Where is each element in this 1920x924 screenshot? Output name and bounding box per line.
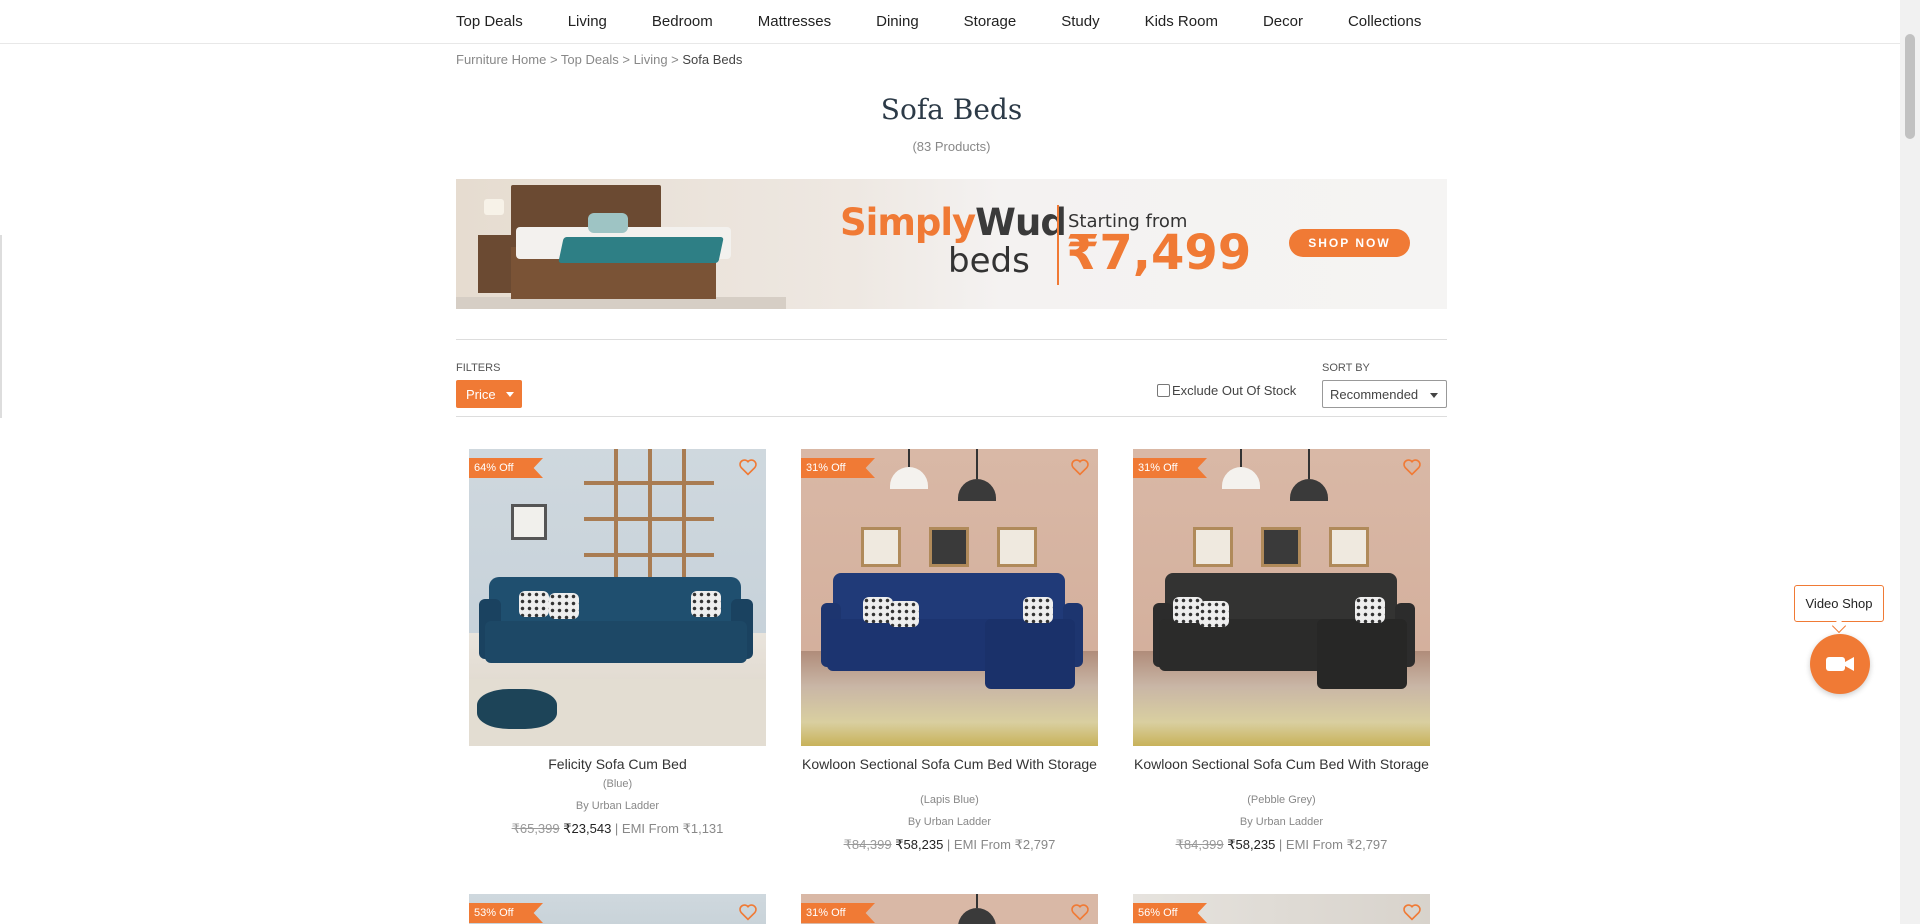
price-separator: | [611, 821, 622, 836]
divider [456, 339, 1447, 340]
product-color: (Pebble Grey) [1247, 794, 1316, 806]
product-price-row: ₹84,399 ₹58,235 | EMI From ₹2,797 [1133, 837, 1430, 853]
nav-item-bedroom[interactable]: Bedroom [652, 13, 713, 30]
product-brand: By Urban Ladder [575, 800, 660, 812]
nav-item-decor[interactable]: Decor [1263, 13, 1303, 30]
product-card[interactable]: 53% Off [469, 894, 766, 924]
banner-brand-sub: beds [948, 241, 1030, 281]
product-brand: By Urban Ladder [1239, 816, 1324, 828]
product-name[interactable]: Kowloon Sectional Sofa Cum Bed With Stor… [1133, 756, 1430, 772]
nav-item-dining[interactable]: Dining [876, 13, 919, 30]
product-price-row: ₹65,399 ₹23,543 | EMI From ₹1,131 [469, 821, 766, 837]
nav-item-study[interactable]: Study [1061, 13, 1099, 30]
price-filter-button[interactable]: Price [456, 380, 522, 408]
product-brand: By Urban Ladder [907, 816, 992, 828]
heart-icon[interactable] [1070, 903, 1090, 921]
product-card[interactable]: 56% Off [1133, 894, 1430, 924]
video-shop-tooltip[interactable]: Video Shop [1794, 585, 1884, 622]
product-card[interactable]: 31% Off [801, 894, 1098, 924]
discount-badge: 31% Off [801, 903, 875, 923]
product-image[interactable]: 64% Off [469, 449, 766, 746]
product-color: (Blue) [602, 778, 633, 790]
price-filter-label: Price [466, 386, 496, 402]
heart-icon[interactable] [738, 903, 758, 921]
product-price-row: ₹84,399 ₹58,235 | EMI From ₹2,797 [801, 837, 1098, 853]
price-separator: | [1275, 837, 1286, 852]
nav-item-mattresses[interactable]: Mattresses [758, 13, 831, 30]
product-color: (Lapis Blue) [920, 794, 979, 806]
banner-price: ₹7,499 [1066, 225, 1252, 281]
price-separator: | [943, 837, 954, 852]
bed-illustration [456, 179, 786, 309]
scrollbar-thumb[interactable] [1905, 34, 1915, 139]
heart-icon[interactable] [1402, 903, 1422, 921]
left-edge-tab [0, 235, 2, 418]
divider [456, 416, 1447, 417]
breadcrumb-furniture-home[interactable]: Furniture Home [456, 52, 546, 67]
discount-badge: 64% Off [469, 458, 543, 478]
breadcrumb-living[interactable]: Living [634, 52, 668, 67]
discount-badge: 56% Off [1133, 903, 1207, 923]
breadcrumb-separator: > [549, 52, 558, 67]
nav-item-collections[interactable]: Collections [1348, 13, 1421, 30]
product-image[interactable]: 31% Off [801, 894, 1098, 924]
exclude-out-of-stock[interactable]: Exclude Out Of Stock [1157, 383, 1296, 398]
breadcrumb: Furniture Home > Top Deals > Living > So… [456, 52, 742, 67]
breadcrumb-separator: > [622, 52, 630, 67]
sort-by-label: SORT BY [1322, 362, 1370, 374]
product-emi: EMI From ₹2,797 [953, 837, 1056, 852]
product-mrp: ₹65,399 [511, 821, 560, 836]
exclude-out-of-stock-label: Exclude Out Of Stock [1172, 383, 1297, 398]
product-image[interactable]: 31% Off [801, 449, 1098, 746]
video-shop-widget: Video Shop [1794, 585, 1884, 695]
breadcrumb-current: Sofa Beds [682, 52, 743, 67]
filters-label: FILTERS [456, 362, 501, 374]
product-price: ₹58,235 [1227, 837, 1276, 852]
nav-item-top-deals[interactable]: Top Deals [456, 13, 523, 30]
page-scrollbar[interactable] [1900, 0, 1920, 924]
promo-banner[interactable]: SimplyWud beds Starting from ₹7,499 SHOP… [456, 179, 1447, 309]
product-count: (83 Products) [912, 139, 991, 154]
heart-icon[interactable] [1402, 458, 1422, 476]
video-shop-button[interactable] [1810, 634, 1870, 694]
product-price: ₹58,235 [895, 837, 944, 852]
page-title: Sofa Beds [880, 93, 1023, 126]
discount-badge: 31% Off [1133, 458, 1207, 478]
breadcrumb-separator: > [671, 52, 679, 67]
product-image[interactable]: 53% Off [469, 894, 766, 924]
shop-now-button[interactable]: SHOP NOW [1289, 229, 1410, 257]
nav-item-living[interactable]: Living [568, 13, 607, 30]
product-emi: EMI From ₹1,131 [621, 821, 724, 836]
product-image[interactable]: 56% Off [1133, 894, 1430, 924]
breadcrumb-top-deals[interactable]: Top Deals [561, 52, 619, 67]
sort-by-value: Recommended [1330, 386, 1419, 402]
product-name[interactable]: Kowloon Sectional Sofa Cum Bed With Stor… [801, 756, 1098, 772]
heart-icon[interactable] [738, 458, 758, 476]
product-mrp: ₹84,399 [843, 837, 892, 852]
product-emi: EMI From ₹2,797 [1285, 837, 1388, 852]
sort-by-select[interactable]: Recommended [1322, 380, 1447, 408]
product-price: ₹23,543 [563, 821, 612, 836]
product-mrp: ₹84,399 [1175, 837, 1224, 852]
banner-divider [1057, 205, 1059, 285]
video-camera-icon [1826, 657, 1854, 671]
nav-item-kids-room[interactable]: Kids Room [1145, 13, 1218, 30]
heart-icon[interactable] [1070, 458, 1090, 476]
top-nav: Top Deals Living Bedroom Mattresses Dini… [0, 0, 1900, 44]
nav-item-storage[interactable]: Storage [964, 13, 1017, 30]
banner-brand-logo: SimplyWud [840, 201, 1067, 244]
discount-badge: 31% Off [801, 458, 875, 478]
nav-list: Top Deals Living Bedroom Mattresses Dini… [456, 0, 1466, 43]
chevron-down-icon [505, 391, 514, 397]
chevron-down-icon [1430, 393, 1438, 398]
product-name[interactable]: Felicity Sofa Cum Bed [469, 756, 766, 772]
discount-badge: 53% Off [469, 903, 543, 923]
product-image[interactable]: 31% Off [1133, 449, 1430, 746]
exclude-out-of-stock-checkbox[interactable] [1157, 384, 1170, 397]
